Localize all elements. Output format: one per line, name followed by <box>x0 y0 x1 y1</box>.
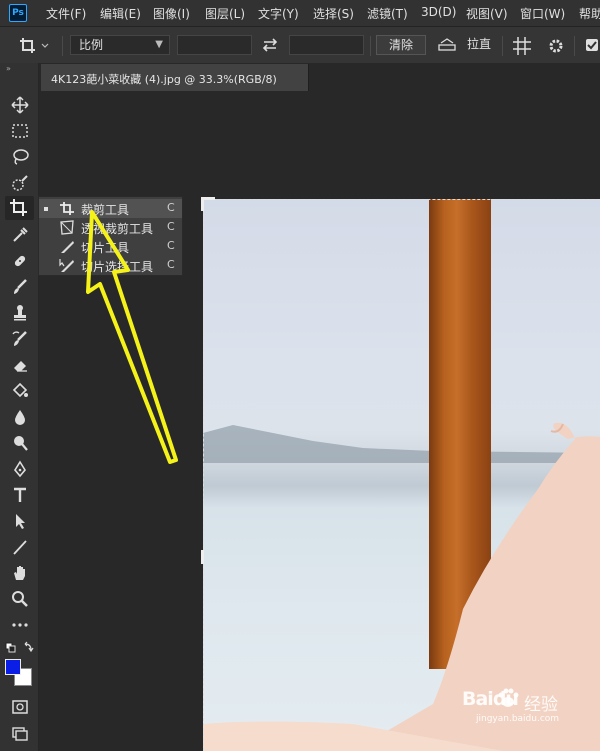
divider <box>62 36 63 56</box>
gear-icon[interactable] <box>547 37 565 55</box>
line-icon[interactable] <box>7 535 33 557</box>
document-tab-title: 4K123葩小菜收藏 (4).jpg @ 33.3%(RGB/8) <box>51 73 277 86</box>
crop-icon <box>20 38 49 53</box>
menu-edit[interactable]: 编辑(E) <box>100 5 141 22</box>
grid-icon[interactable] <box>512 36 532 56</box>
blur-icon[interactable] <box>7 405 33 427</box>
divider <box>502 36 503 56</box>
eraser-icon[interactable] <box>7 353 33 375</box>
lasso-icon[interactable] <box>7 145 33 167</box>
paint-bucket-icon[interactable] <box>7 379 33 401</box>
swap-icon[interactable] <box>261 36 279 54</box>
tool-preset-picker[interactable] <box>19 36 49 56</box>
flyout-shortcut: C <box>167 239 175 252</box>
flyout-label: 裁剪工具 <box>81 203 130 217</box>
dodge-icon[interactable] <box>7 431 33 453</box>
slice-icon <box>61 241 74 253</box>
zoom-icon[interactable] <box>7 587 33 609</box>
crop-icon <box>10 199 27 216</box>
ratio-select[interactable]: 比例 ▼ <box>70 35 170 55</box>
move-icon[interactable] <box>7 93 33 115</box>
eyedropper-icon[interactable] <box>7 223 33 245</box>
watermark-suffix: 经验 <box>524 695 558 715</box>
straighten-button[interactable]: 拉直 <box>464 35 494 55</box>
divider <box>574 36 575 56</box>
crop-icon <box>60 202 74 215</box>
width-input[interactable] <box>177 35 252 55</box>
quick-mask-icon[interactable] <box>7 695 33 717</box>
crop-handle-left-mid[interactable] <box>201 550 204 564</box>
flyout-item-perspective-crop[interactable]: 透视裁剪工具 C <box>39 218 182 237</box>
menu-type[interactable]: 文字(Y) <box>258 5 299 22</box>
stamp-icon[interactable] <box>7 301 33 323</box>
options-bar: 比例 ▼ 清除 拉直 <box>0 27 600 64</box>
flyout-item-slice[interactable]: 切片工具 C <box>39 237 182 256</box>
collapse-icon[interactable]: » <box>6 64 11 73</box>
type-icon[interactable] <box>7 483 33 505</box>
flyout-label: 切片选择工具 <box>81 260 154 274</box>
baidu-watermark: Baidu 经验 jingyan.baidu.com <box>462 686 588 726</box>
menu-filter[interactable]: 滤镜(T) <box>367 5 408 22</box>
perspective-crop-icon <box>60 220 74 235</box>
crop-boundary[interactable] <box>203 199 600 751</box>
document-tab[interactable]: 4K123葩小菜收藏 (4).jpg @ 33.3%(RGB/8) <box>41 64 309 91</box>
hand-icon[interactable] <box>7 561 33 583</box>
healing-icon[interactable] <box>7 249 33 271</box>
clear-button[interactable]: 清除 <box>376 35 426 55</box>
checkbox-icon[interactable] <box>586 39 598 51</box>
photoshop-logo: Ps <box>9 4 27 22</box>
divider <box>370 36 371 56</box>
brush-icon[interactable] <box>7 275 33 297</box>
crop-handle-top-left[interactable] <box>201 197 204 211</box>
menu-view[interactable]: 视图(V) <box>466 5 508 22</box>
height-input[interactable] <box>289 35 364 55</box>
menu-image[interactable]: 图像(I) <box>153 5 190 22</box>
watermark-site: jingyan.baidu.com <box>476 714 560 724</box>
marquee-icon[interactable] <box>7 119 33 141</box>
menu-layer[interactable]: 图层(L) <box>205 5 245 22</box>
screen-mode-icon[interactable] <box>7 721 33 743</box>
menu-select[interactable]: 选择(S) <box>313 5 354 22</box>
selected-bullet <box>44 207 48 211</box>
pen-icon[interactable] <box>7 457 33 479</box>
flyout-item-slice-select[interactable]: 切片选择工具 C <box>39 256 182 275</box>
more-icon[interactable] <box>7 613 33 635</box>
slice-select-icon <box>59 259 74 272</box>
chevron-down-icon: ▼ <box>155 39 163 50</box>
watermark-brand: Baidu <box>462 688 519 710</box>
flyout-item-crop[interactable]: 裁剪工具 C <box>39 199 182 218</box>
flyout-label: 切片工具 <box>81 241 130 255</box>
chevron-down-icon <box>41 43 49 48</box>
quick-select-icon[interactable] <box>7 171 33 193</box>
flyout-shortcut: C <box>167 201 175 214</box>
ratio-select-value: 比例 <box>79 38 104 52</box>
menu-help[interactable]: 帮助 <box>579 5 600 22</box>
flyout-label: 透视裁剪工具 <box>81 222 154 236</box>
path-select-icon[interactable] <box>7 509 33 531</box>
history-brush-icon[interactable] <box>7 327 33 349</box>
flyout-shortcut: C <box>167 258 175 271</box>
default-colors-icon[interactable] <box>5 641 35 655</box>
menu-file[interactable]: 文件(F) <box>46 5 86 22</box>
menu-bar: Ps 文件(F) 编辑(E) 图像(I) 图层(L) 文字(Y) 选择(S) 滤… <box>0 0 600 27</box>
flyout-shortcut: C <box>167 220 175 233</box>
menu-3d[interactable]: 3D(D) <box>421 5 456 19</box>
menu-window[interactable]: 窗口(W) <box>520 5 565 22</box>
foreground-color-swatch[interactable] <box>5 659 21 675</box>
crop-tool-flyout: 裁剪工具 C 透视裁剪工具 C 切片工具 C 切片选择工具 C <box>38 196 183 276</box>
straighten-icon[interactable] <box>437 36 457 54</box>
crop-tool-active[interactable] <box>5 196 34 220</box>
